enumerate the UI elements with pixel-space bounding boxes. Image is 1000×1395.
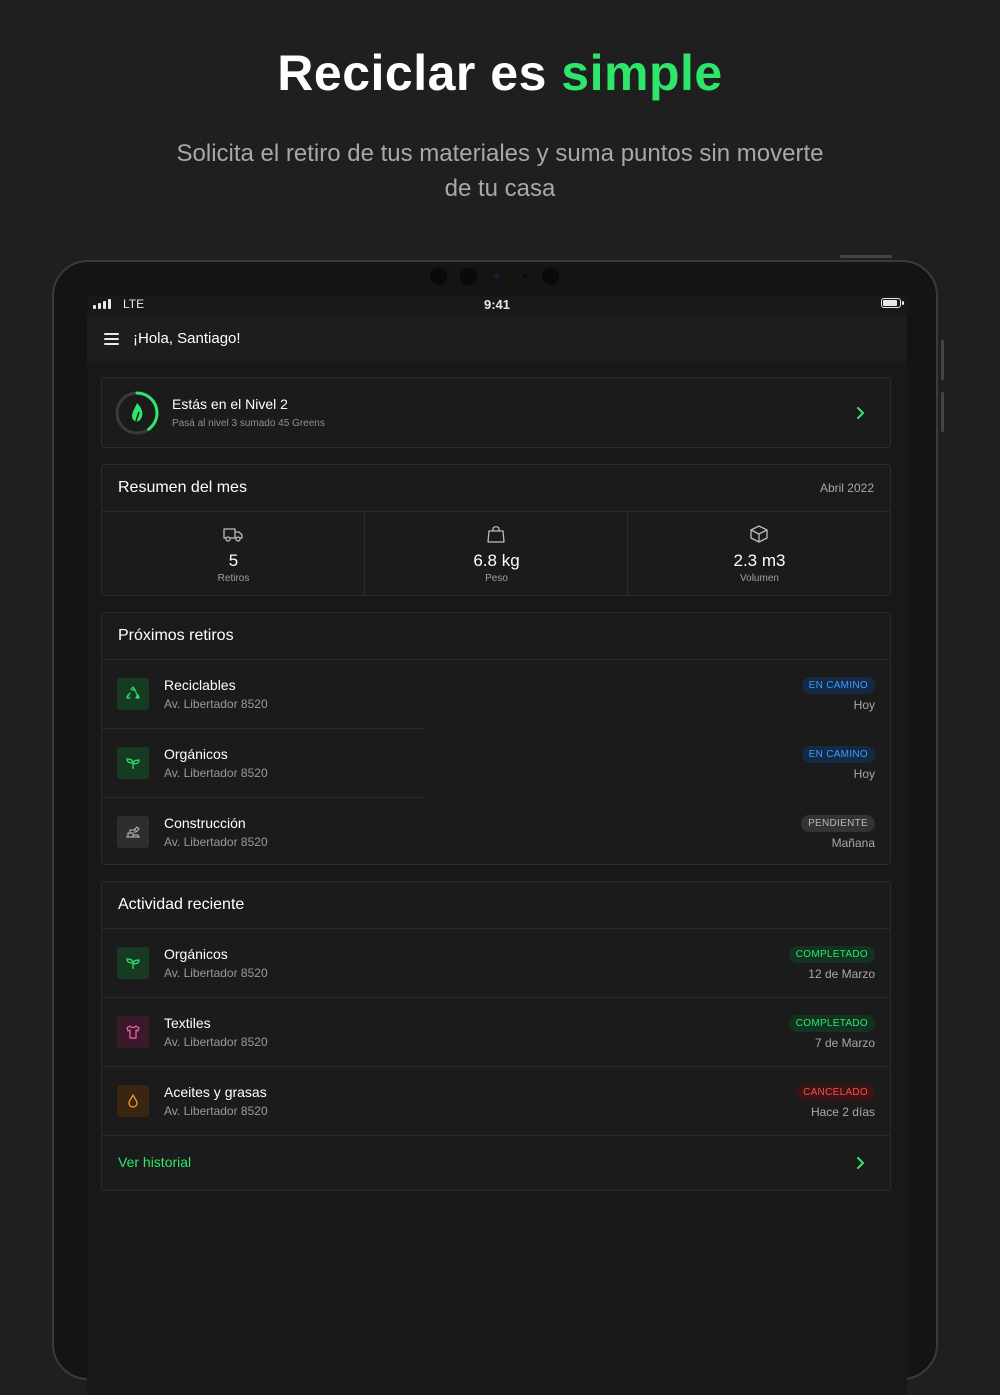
- list-item[interactable]: Orgánicos Av. Libertador 8520 EN CAMINO …: [102, 729, 890, 797]
- recycle-icon: [117, 678, 149, 710]
- item-date: Hoy: [853, 698, 875, 712]
- status-badge: COMPLETADO: [788, 1015, 875, 1032]
- item-title: Orgánicos: [164, 946, 228, 962]
- item-address: Av. Libertador 8520: [164, 1035, 268, 1049]
- chevron-right-icon[interactable]: [855, 1157, 865, 1169]
- hero-title: Reciclar es simple: [0, 44, 1000, 102]
- shirt-icon: [117, 1016, 149, 1048]
- list-item[interactable]: Construcción Av. Libertador 8520 PENDIEN…: [102, 798, 890, 866]
- volume-up-button: [941, 340, 944, 380]
- stat-value: 6.8 kg: [473, 551, 520, 570]
- summary-period: Abril 2022: [819, 481, 874, 495]
- item-date: Hoy: [853, 767, 875, 781]
- camera-sensor: [430, 268, 447, 285]
- status-time: 9:41: [483, 297, 511, 312]
- upcoming-pickups-card: Próximos retiros Reciclables Av. Liberta…: [101, 612, 891, 865]
- list-item[interactable]: Orgánicos Av. Libertador 8520 COMPLETADO…: [102, 929, 890, 997]
- camera-sensor: [523, 274, 527, 278]
- view-history-link[interactable]: Ver historial: [118, 1154, 191, 1170]
- stat-volumen: 2.3 m3 Volumen: [628, 511, 891, 595]
- item-title: Reciclables: [164, 677, 236, 693]
- status-badge: EN CAMINO: [801, 746, 875, 763]
- item-date: 7 de Marzo: [814, 1036, 875, 1050]
- list-item[interactable]: Aceites y grasas Av. Libertador 8520 CAN…: [102, 1067, 890, 1135]
- level-progress-icon: [115, 391, 159, 435]
- camera-sensor: [460, 268, 477, 285]
- greeting-text: ¡Hola, Santiago!: [133, 330, 241, 347]
- hero-title-main: Reciclar es: [277, 45, 547, 101]
- stat-value: 5: [228, 551, 239, 570]
- bag-icon: [487, 526, 505, 543]
- status-badge: CANCELADO: [796, 1084, 875, 1101]
- list-item[interactable]: Textiles Av. Libertador 8520 COMPLETADO …: [102, 998, 890, 1066]
- camera-lens: [494, 273, 500, 279]
- summary-title: Resumen del mes: [118, 479, 247, 496]
- level-subtitle: Pasá al nivel 3 sumado 45 Greens: [172, 418, 325, 429]
- chevron-right-icon[interactable]: [855, 407, 865, 419]
- monthly-summary-card: Resumen del mes Abril 2022 5 Retiros 6.8…: [101, 464, 891, 596]
- volume-down-button: [941, 392, 944, 432]
- stat-label: Retiros: [217, 573, 250, 584]
- status-badge: PENDIENTE: [801, 815, 875, 832]
- item-date: Mañana: [831, 836, 875, 850]
- item-address: Av. Libertador 8520: [164, 766, 268, 780]
- status-badge: COMPLETADO: [788, 946, 875, 963]
- level-card[interactable]: Estás en el Nivel 2 Pasá al nivel 3 suma…: [101, 377, 891, 448]
- app-screen: LTE 9:41 ¡Hola, Santiago! Estás en el Ni…: [87, 295, 907, 1395]
- truck-icon: [223, 528, 243, 542]
- upcoming-title: Próximos retiros: [118, 627, 234, 644]
- box-icon: [750, 525, 768, 543]
- camera-sensor: [542, 268, 559, 285]
- hamburger-menu-icon[interactable]: [104, 333, 119, 345]
- item-address: Av. Libertador 8520: [164, 697, 268, 711]
- hero-title-accent: simple: [561, 45, 723, 101]
- sprout-icon: [117, 747, 149, 779]
- stat-value: 2.3 m3: [733, 551, 786, 570]
- drop-icon: [117, 1085, 149, 1117]
- stat-retiros: 5 Retiros: [102, 511, 365, 595]
- item-address: Av. Libertador 8520: [164, 1104, 268, 1118]
- recent-activity-card: Actividad reciente Orgánicos Av. Liberta…: [101, 881, 891, 1191]
- item-date: 12 de Marzo: [808, 967, 875, 981]
- item-address: Av. Libertador 8520: [164, 835, 268, 849]
- level-title: Estás en el Nivel 2: [172, 396, 288, 412]
- item-date: Hace 2 días: [810, 1105, 875, 1119]
- status-bar: LTE 9:41: [87, 295, 907, 315]
- status-badge: EN CAMINO: [801, 677, 875, 694]
- recent-title: Actividad reciente: [118, 896, 245, 913]
- list-item[interactable]: Reciclables Av. Libertador 8520 EN CAMIN…: [102, 660, 890, 728]
- item-title: Orgánicos: [164, 746, 228, 762]
- stat-label: Volumen: [740, 573, 779, 584]
- battery-icon: [881, 298, 904, 308]
- item-address: Av. Libertador 8520: [164, 966, 268, 980]
- stat-label: Peso: [485, 573, 508, 584]
- stat-peso: 6.8 kg Peso: [365, 511, 628, 595]
- item-title: Construcción: [164, 815, 246, 831]
- item-title: Aceites y grasas: [164, 1084, 267, 1100]
- power-button: [840, 255, 892, 258]
- sprout-icon: [117, 947, 149, 979]
- bricks-icon: [117, 816, 149, 848]
- divider: [102, 1135, 890, 1136]
- app-bar: ¡Hola, Santiago!: [87, 317, 907, 361]
- item-title: Textiles: [164, 1015, 211, 1031]
- hero-subtitle: Solicita el retiro de tus materiales y s…: [176, 140, 824, 202]
